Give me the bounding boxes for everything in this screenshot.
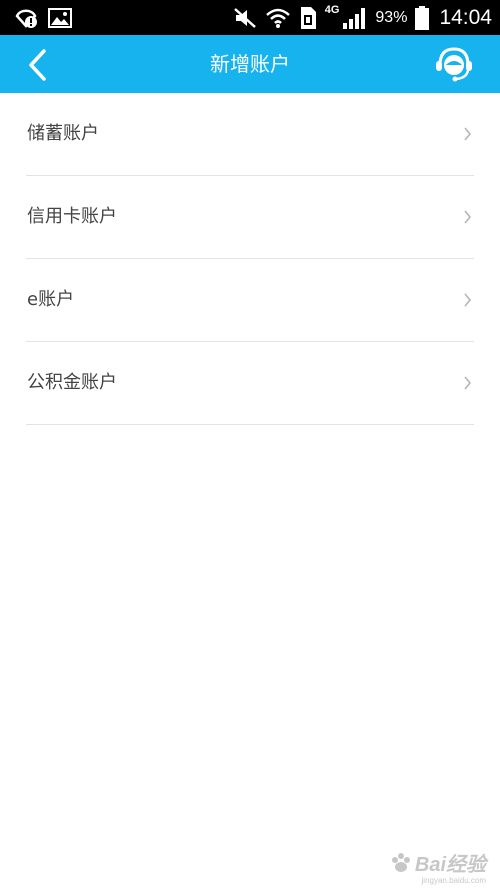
- page-title: 新增账户: [210, 52, 290, 76]
- paw-icon: [391, 852, 410, 872]
- wifi-icon: [265, 8, 290, 28]
- gallery-icon: [48, 8, 72, 28]
- baidu-jingyan-watermark: Bai经验 jingyan.baidu.com: [390, 848, 486, 885]
- list-item-label: 信用卡账户: [27, 206, 117, 227]
- chevron-right-icon: [464, 127, 472, 141]
- back-button[interactable]: [22, 45, 62, 85]
- list-item-provident-fund-account[interactable]: 公积金账户: [26, 342, 474, 425]
- list-item-label: e账户: [27, 289, 75, 310]
- battery-icon: [415, 6, 430, 30]
- watermark-url: jingyan.baidu.com: [421, 876, 486, 885]
- list-item-e-account[interactable]: e账户: [26, 259, 474, 342]
- list-item-credit-card-account[interactable]: 信用卡账户: [26, 176, 474, 259]
- back-arrow-icon: [29, 49, 46, 81]
- chevron-right-icon: [464, 210, 472, 224]
- network-type: 4G: [324, 4, 340, 16]
- list-item-savings-account[interactable]: 储蓄账户: [26, 93, 474, 176]
- muted-icon: [233, 8, 256, 28]
- watermark-text: Bai经验: [414, 854, 486, 876]
- sim-icon: [300, 7, 316, 29]
- title-bar: 新增账户: [0, 35, 500, 93]
- clock: 14:04: [439, 6, 492, 29]
- alert-badge-icon: [15, 9, 37, 28]
- chevron-right-icon: [464, 293, 472, 307]
- customer-service-button[interactable]: [434, 45, 474, 83]
- status-bar: 4G 93% 14:04: [0, 0, 500, 35]
- signal-icon: [343, 8, 366, 29]
- chevron-right-icon: [464, 376, 472, 390]
- customer-service-icon: [436, 47, 472, 82]
- list-item-label: 公积金账户: [27, 372, 117, 393]
- battery-percent: 93%: [375, 9, 408, 26]
- account-type-list: 储蓄账户 信用卡账户 e账户 公积金账户: [26, 93, 474, 425]
- list-item-label: 储蓄账户: [27, 123, 99, 144]
